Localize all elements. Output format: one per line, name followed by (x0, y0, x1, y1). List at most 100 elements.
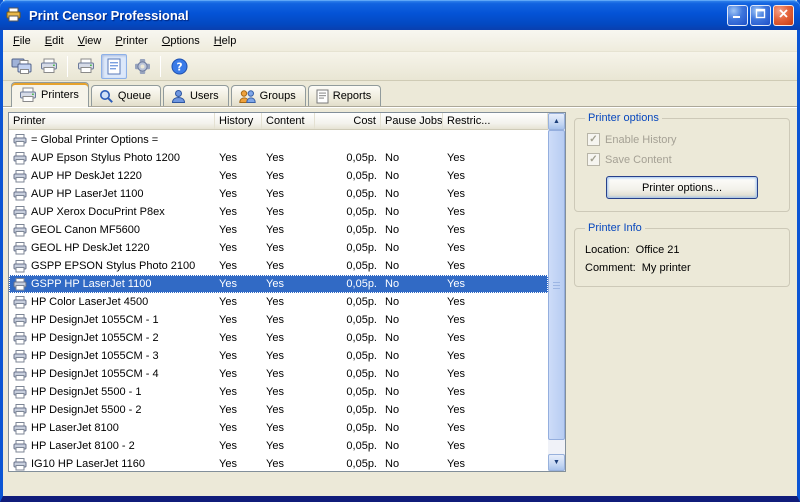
column-header-history[interactable]: History (215, 113, 262, 129)
tab-printers[interactable]: Printers (11, 82, 89, 107)
maximize-button[interactable] (750, 5, 771, 26)
cell: Yes (443, 260, 548, 272)
cell: No (381, 188, 443, 200)
column-header-restric[interactable]: Restric... (443, 113, 548, 129)
table-row[interactable]: HP DesignJet 1055CM - 1YesYes0,05p.NoYes (9, 311, 548, 329)
cell: Yes (262, 422, 315, 434)
cell: 0,05p. (315, 296, 381, 308)
side-panel: Printer options ✓Enable History✓Save Con… (574, 112, 790, 297)
table-row[interactable]: HP DesignJet 1055CM - 2YesYes0,05p.NoYes (9, 329, 548, 347)
cell: Yes (443, 368, 548, 380)
print-button[interactable] (36, 54, 62, 79)
printer-name: AUP HP DeskJet 1220 (31, 170, 142, 182)
table-row[interactable]: GSPP HP LaserJet 1100YesYes0,05p.NoYes (9, 275, 548, 293)
cell: Yes (443, 224, 548, 236)
printer-cell: AUP Xerox DocuPrint P8ex (9, 206, 215, 219)
cell: Yes (262, 440, 315, 452)
table-row[interactable]: HP LaserJet 8100 - 2YesYes0,05p.NoYes (9, 437, 548, 455)
tab-groups[interactable]: Groups (231, 85, 306, 106)
cell: Yes (443, 278, 548, 290)
table-row[interactable]: = Global Printer Options = (9, 131, 548, 149)
settings-button[interactable] (129, 54, 155, 79)
printer-cell: HP DesignJet 1055CM - 4 (9, 368, 215, 381)
table-row[interactable]: HP DesignJet 5500 - 2YesYes0,05p.NoYes (9, 401, 548, 419)
printer-name: AUP HP LaserJet 1100 (31, 188, 144, 200)
column-header-content[interactable]: Content (262, 113, 315, 129)
printer-setup-button[interactable] (73, 54, 99, 79)
minimize-button[interactable] (727, 5, 748, 26)
printer-name: GEOL Canon MF5600 (31, 224, 140, 236)
vertical-scrollbar[interactable]: ▲ ▼ (548, 113, 565, 471)
printers-button[interactable] (8, 54, 34, 79)
cell: Yes (215, 170, 262, 182)
title-bar[interactable]: Print Censor Professional (0, 0, 800, 30)
table-row[interactable]: AUP Xerox DocuPrint P8exYesYes0,05p.NoYe… (9, 203, 548, 221)
cell: Yes (443, 206, 548, 218)
cell: 0,05p. (315, 386, 381, 398)
cell: Yes (262, 206, 315, 218)
table-row[interactable]: HP DesignJet 1055CM - 3YesYes0,05p.NoYes (9, 347, 548, 365)
menu-bar: FileEditViewPrinterOptionsHelp (3, 30, 797, 52)
printer-icon (13, 188, 27, 201)
cell: Yes (262, 260, 315, 272)
table-row[interactable]: AUP HP DeskJet 1220YesYes0,05p.NoYes (9, 167, 548, 185)
printers-page: PrinterHistoryContentCostPause JobsRestr… (3, 107, 797, 496)
table-row[interactable]: AUP Epson Stylus Photo 1200YesYes0,05p.N… (9, 149, 548, 167)
table-row[interactable]: HP DesignJet 1055CM - 4YesYes0,05p.NoYes (9, 365, 548, 383)
printer-cell: HP DesignJet 5500 - 1 (9, 386, 215, 399)
menu-item-edit[interactable]: Edit (38, 32, 71, 50)
printer-cell: GEOL HP DeskJet 1220 (9, 242, 215, 255)
menu-item-printer[interactable]: Printer (108, 32, 154, 50)
menu-item-file[interactable]: File (6, 32, 38, 50)
toolbar-separator (67, 56, 68, 77)
cell: No (381, 260, 443, 272)
checkbox-save-content[interactable]: ✓Save Content (587, 153, 781, 166)
printer-cell: HP DesignJet 1055CM - 2 (9, 332, 215, 345)
menu-item-help[interactable]: Help (207, 32, 244, 50)
table-row[interactable]: IG10 HP LaserJet 1160YesYes0,05p.NoYes (9, 455, 548, 471)
cell: Yes (262, 314, 315, 326)
app-window: Print Censor Professional FileEditViewPr… (0, 0, 800, 502)
close-button[interactable] (773, 5, 794, 26)
table-row[interactable]: GEOL HP DeskJet 1220YesYes0,05p.NoYes (9, 239, 548, 257)
table-row[interactable]: HP DesignJet 5500 - 1YesYes0,05p.NoYes (9, 383, 548, 401)
cell: Yes (262, 242, 315, 254)
column-header-cost[interactable]: Cost (315, 113, 381, 129)
table-row[interactable]: GEOL Canon MF5600YesYes0,05p.NoYes (9, 221, 548, 239)
list-header: PrinterHistoryContentCostPause JobsRestr… (9, 113, 548, 130)
printer-name: GSPP EPSON Stylus Photo 2100 (31, 260, 195, 272)
menu-item-view[interactable]: View (71, 32, 109, 50)
table-row[interactable]: HP LaserJet 8100YesYes0,05p.NoYes (9, 419, 548, 437)
printer-cell: GSPP EPSON Stylus Photo 2100 (9, 260, 215, 273)
printer-icon (13, 440, 27, 453)
printer-options-button[interactable]: Printer options... (606, 176, 758, 199)
tab-queue[interactable]: Queue (91, 85, 161, 106)
cell: No (381, 314, 443, 326)
cell: No (381, 404, 443, 416)
cell: Yes (215, 206, 262, 218)
help-button[interactable]: ? (166, 54, 192, 79)
tab-label: Users (190, 90, 219, 102)
column-header-printer[interactable]: Printer (9, 113, 215, 129)
dual-printers-icon (10, 57, 32, 75)
scroll-thumb[interactable] (548, 130, 565, 440)
scroll-up-button[interactable]: ▲ (548, 113, 565, 130)
printer-name: GSPP HP LaserJet 1100 (31, 278, 151, 290)
tab-reports[interactable]: Reports (308, 85, 382, 106)
table-row[interactable]: GSPP EPSON Stylus Photo 2100YesYes0,05p.… (9, 257, 548, 275)
checkbox-enable-history[interactable]: ✓Enable History (587, 133, 781, 146)
table-row[interactable]: HP Color LaserJet 4500YesYes0,05p.NoYes (9, 293, 548, 311)
printer-list: PrinterHistoryContentCostPause JobsRestr… (8, 112, 566, 472)
cell: Yes (443, 152, 548, 164)
tab-users[interactable]: Users (163, 85, 229, 106)
preview-button[interactable] (101, 54, 127, 79)
cell: No (381, 332, 443, 344)
cell: Yes (215, 440, 262, 452)
menu-item-options[interactable]: Options (155, 32, 207, 50)
cell: Yes (443, 350, 548, 362)
scroll-down-button[interactable]: ▼ (548, 454, 565, 471)
column-header-pause-jobs[interactable]: Pause Jobs (381, 113, 443, 129)
table-row[interactable]: AUP HP LaserJet 1100YesYes0,05p.NoYes (9, 185, 548, 203)
help-icon: ? (171, 58, 188, 75)
cell: 0,05p. (315, 224, 381, 236)
